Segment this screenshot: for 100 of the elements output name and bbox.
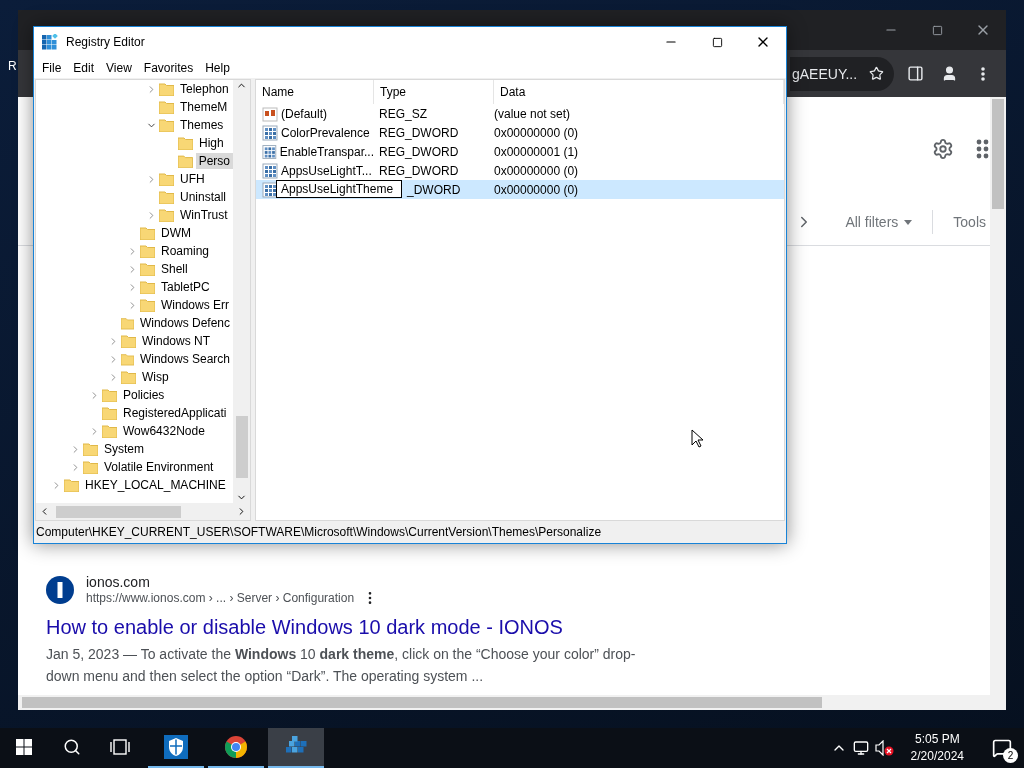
tree-item[interactable]: Windows Defenc xyxy=(136,315,233,331)
menu-item[interactable]: Favorites xyxy=(137,57,200,78)
tree-item[interactable]: ThemeM xyxy=(177,99,231,115)
tree-item[interactable]: Themes xyxy=(177,117,227,133)
binary-value-icon xyxy=(262,181,278,198)
notifications-button[interactable]: 2 xyxy=(980,728,1024,768)
tree-item[interactable]: Windows Search xyxy=(136,351,233,367)
tree-item[interactable]: System xyxy=(101,441,147,457)
result-title-link[interactable]: How to enable or disable Windows 10 dark mode - IONOS xyxy=(46,616,990,639)
tree-item[interactable]: Volatile Environment xyxy=(101,459,217,475)
folder-icon xyxy=(102,424,117,438)
value-row[interactable]: EnableTranspar... REG_DWORD 0x00000001 (1) xyxy=(256,142,784,161)
filter-button[interactable]: All filters xyxy=(841,214,917,230)
column-header[interactable]: Data xyxy=(494,80,784,104)
tree-item[interactable]: Telephon xyxy=(177,81,232,97)
value-row[interactable]: ColorPrevalence REG_DWORD 0x00000000 (0) xyxy=(256,123,784,142)
scrollbar-thumb[interactable] xyxy=(22,697,822,708)
tree-item[interactable]: RegisteredApplicati xyxy=(120,405,230,421)
binary-value-icon xyxy=(262,143,277,160)
folder-icon xyxy=(102,406,117,420)
folder-icon xyxy=(64,478,79,492)
windows-icon xyxy=(16,739,32,755)
value-data: 0x00000000 (0) xyxy=(494,125,580,140)
value-type: REG_DWORD xyxy=(378,125,460,140)
folder-icon xyxy=(140,262,155,276)
maximize-icon xyxy=(931,24,943,36)
status-path: Computer\HKEY_CURRENT_USER\SOFTWARE\Microsoft\Windows\CurrentVersion\Themes\Personalize xyxy=(36,525,602,539)
scrollbar-thumb[interactable] xyxy=(992,99,1004,209)
tree-item[interactable]: Wisp xyxy=(139,369,172,385)
menu-icon xyxy=(981,66,985,81)
tree-item[interactable]: HKEY_LOCAL_MACHINE xyxy=(82,477,229,493)
value-name: AppsUseLightT... xyxy=(281,163,372,178)
scroll-right-icon[interactable] xyxy=(236,506,247,517)
value-row[interactable]: AppsUseLightTheme _DWORD 0x00000000 (0) xyxy=(256,180,784,199)
tree-horizontal-scrollbar[interactable] xyxy=(36,503,250,520)
scrollbar-thumb[interactable] xyxy=(56,505,181,518)
column-header[interactable]: Name xyxy=(256,80,374,104)
value-name: (Default) xyxy=(281,106,327,121)
tree-item[interactable]: Windows Err xyxy=(158,297,232,313)
tree-item[interactable]: WinTrust xyxy=(177,207,231,223)
maximize-icon xyxy=(711,36,723,48)
folder-icon xyxy=(83,460,98,474)
column-header[interactable]: Type xyxy=(374,80,494,104)
tree-item[interactable]: Wow6432Node xyxy=(120,423,208,439)
binary-value-icon xyxy=(262,124,278,141)
value-row[interactable]: AppsUseLightT... REG_DWORD 0x00000000 (0) xyxy=(256,161,784,180)
site-favicon-icon xyxy=(46,576,74,604)
menu-item[interactable]: Help xyxy=(199,57,236,78)
caret-icon xyxy=(904,219,913,225)
folder-icon xyxy=(140,244,155,258)
tree-item[interactable]: DWM xyxy=(158,225,194,241)
tree-item[interactable]: High xyxy=(196,135,227,151)
folder-icon xyxy=(159,190,174,204)
pointer-icon xyxy=(691,429,704,448)
tree-item[interactable]: Perso xyxy=(195,153,233,169)
apps-grid-icon[interactable] xyxy=(976,139,990,159)
address-bar[interactable]: gAEEUY... xyxy=(790,56,894,91)
binary-value-icon xyxy=(262,162,278,179)
tree-item[interactable]: Roaming xyxy=(158,243,213,259)
value-type: REG_DWORD xyxy=(378,144,460,159)
horizontal-scrollbar[interactable] xyxy=(18,695,1006,710)
tree-item[interactable]: Uninstall xyxy=(177,189,230,205)
folder-icon xyxy=(121,316,134,330)
value-name: EnableTranspar... xyxy=(279,144,374,159)
scrollbar-thumb[interactable] xyxy=(235,415,248,478)
address-text: gAEEUY... xyxy=(792,65,858,82)
network-icon[interactable] xyxy=(852,740,869,756)
desktop-icon-label[interactable]: R xyxy=(8,59,17,73)
folder-icon xyxy=(140,226,155,240)
folder-icon xyxy=(102,388,117,402)
folder-icon xyxy=(140,298,155,312)
tree-item[interactable]: UFH xyxy=(177,171,208,187)
muted-speaker-icon[interactable] xyxy=(874,740,895,756)
menu-item[interactable]: View xyxy=(100,57,138,78)
search-icon xyxy=(63,738,81,756)
star-icon[interactable] xyxy=(869,65,884,82)
folder-icon xyxy=(159,82,174,96)
menu-item[interactable]: Edit xyxy=(67,57,101,78)
tree-vertical-scrollbar[interactable] xyxy=(233,80,250,503)
tree-item[interactable]: Shell xyxy=(158,261,191,277)
value-row[interactable]: (Default) REG_SZ (value not set) xyxy=(256,104,784,123)
tree-item[interactable]: TabletPC xyxy=(158,279,213,295)
vertical-scrollbar[interactable] xyxy=(990,97,1006,695)
filter-button[interactable]: Tools xyxy=(949,214,990,230)
clock-date: 2/20/2024 xyxy=(910,748,964,765)
value-data: 0x00000000 (0) xyxy=(494,163,580,178)
value-data: 0x00000001 (1) xyxy=(494,144,580,159)
menu-item[interactable]: File xyxy=(36,57,68,78)
rename-field[interactable]: AppsUseLightTheme xyxy=(276,179,402,198)
window-title: Registry Editor xyxy=(66,35,146,49)
tree-item[interactable]: Windows NT xyxy=(139,333,213,349)
folder-icon xyxy=(178,136,193,150)
clock[interactable]: 5:05 PM 2/20/2024 xyxy=(910,731,964,765)
task-view-icon xyxy=(110,739,130,755)
folder-icon xyxy=(178,154,193,168)
value-type: REG_SZ xyxy=(378,106,428,121)
message-icon xyxy=(992,738,1012,758)
tree-item[interactable]: Policies xyxy=(120,387,168,403)
folder-icon xyxy=(140,280,155,294)
value-data: 0x00000000 (0) xyxy=(494,182,580,197)
